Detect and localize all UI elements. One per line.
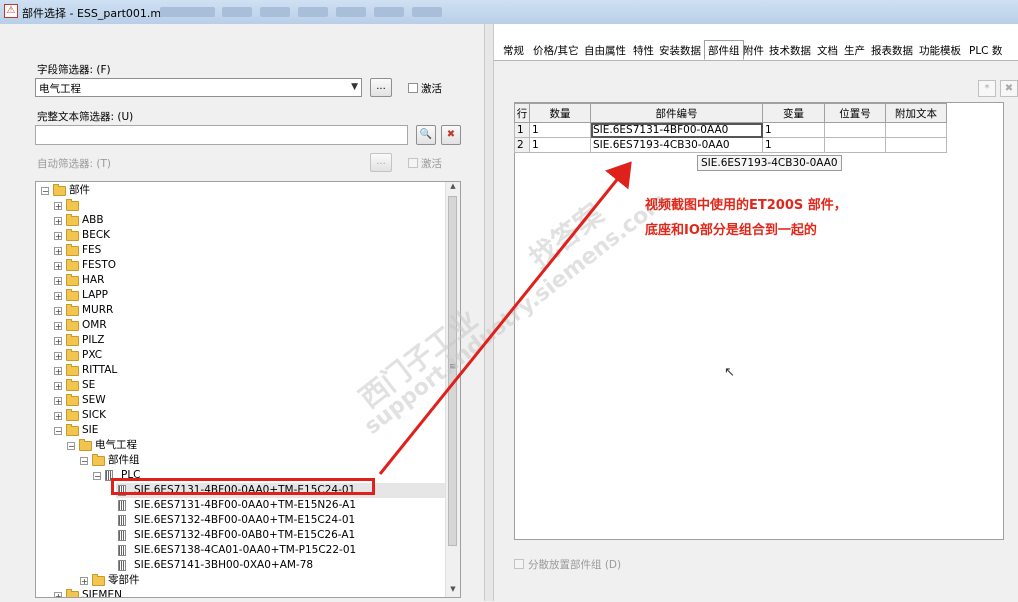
annotation-arrow — [378, 161, 632, 475]
arrow-line — [378, 161, 632, 475]
mouse-cursor-icon: ↖ — [724, 365, 735, 380]
